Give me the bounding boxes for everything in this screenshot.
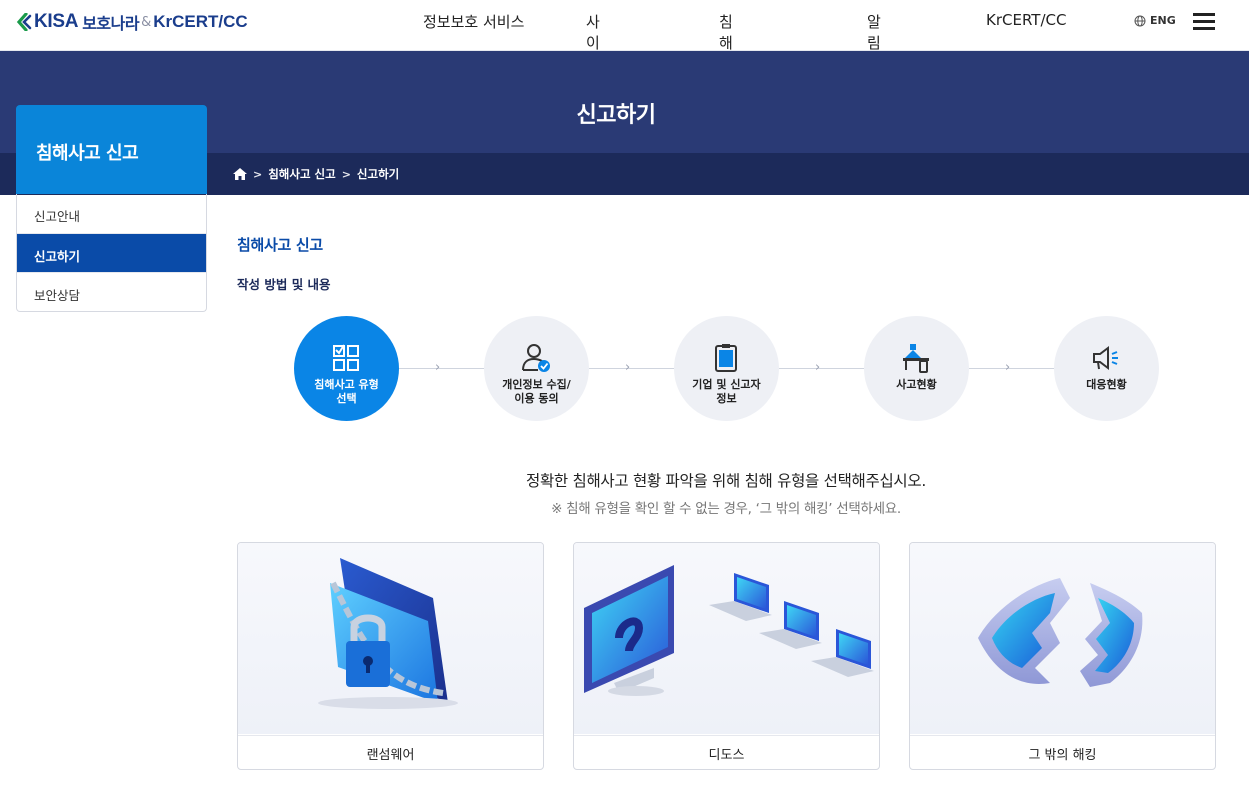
- ransomware-folder-lock-icon: [318, 558, 458, 709]
- logo-kisa-text: KISA: [34, 11, 79, 32]
- card-image: [910, 543, 1215, 734]
- step-response-status: 대응현황: [1054, 316, 1159, 421]
- step-incident-type: 침해사고 유형 선택: [294, 316, 399, 421]
- step-label-line1: 대응현황: [1086, 378, 1127, 391]
- broken-shield-icon: [978, 578, 1143, 687]
- step-label-line2: 이용 동의: [514, 392, 559, 405]
- sidebar-item-report[interactable]: 신고하기: [17, 233, 206, 272]
- logo-krcert: KrCERT/CC: [153, 12, 247, 32]
- chevron-right-icon: ›: [435, 360, 441, 375]
- logo-kr-text: Kr: [153, 12, 173, 31]
- menu-hamburger-icon[interactable]: [1193, 13, 1215, 31]
- card-image: [574, 543, 879, 734]
- card-label: 디도스: [574, 735, 879, 769]
- globe-icon: [1134, 15, 1146, 26]
- nav-item-security-service[interactable]: 정보보호 서비스: [423, 11, 524, 32]
- top-header: KISA 보호나라 & KrCERT/CC 정보보호 서비스 사이버위협 침해사…: [0, 0, 1249, 136]
- step-connector: [399, 368, 484, 369]
- kisa-logo-icon: [16, 12, 32, 32]
- step-connector: [969, 368, 1054, 369]
- step-label-line2: 정보: [716, 392, 737, 405]
- guide-main: 정확한 침해사고 현황 파악을 위해 침해 유형을 선택해주십시오.: [526, 472, 926, 490]
- logo-cert-text: CERT/CC: [172, 12, 248, 31]
- guide-text: 정확한 침해사고 현황 파악을 위해 침해 유형을 선택해주십시오. ※ 침해 …: [237, 469, 1215, 517]
- nav-item-krcert[interactable]: KrCERT/CC: [986, 11, 1066, 29]
- step-label-line1: 침해사고 유형: [314, 378, 379, 391]
- hamburger-bar: [1193, 13, 1215, 16]
- chevron-right-icon: ›: [1005, 360, 1011, 375]
- sidebar-menu: 신고안내 신고하기 보안상담: [16, 194, 207, 312]
- breadcrumb-item[interactable]: 침해사고 신고: [268, 166, 335, 182]
- section-title: 침해사고 신고: [237, 236, 323, 254]
- site-logo[interactable]: KISA 보호나라 & KrCERT/CC: [16, 10, 248, 34]
- hamburger-bar: [1193, 27, 1215, 30]
- step-label: 개인정보 수집/이용 동의: [484, 378, 589, 406]
- card-image: [238, 543, 543, 734]
- card-label: 그 밖의 해킹: [910, 735, 1215, 769]
- step-label-line1: 기업 및 신고자: [692, 378, 761, 391]
- step-incident-status: 사고현황: [864, 316, 969, 421]
- step-progress: › › › › 침해사고 유형 선택 개인정보 수집/이용 동의 기업 및 신고…: [294, 316, 1159, 421]
- main-nav: 정보보호 서비스 사이버위협 침해사고 신고 알림마당 KrCERT/CC: [393, 11, 1066, 136]
- step-company-reporter-info: 기업 및 신고자 정보: [674, 316, 779, 421]
- sidebar-item-security-consult[interactable]: 보안상담: [17, 272, 206, 311]
- incident-type-cards: 랜섬웨어 디도스 그 밖의 해킹: [237, 542, 1216, 770]
- step-label: 대응현황: [1054, 378, 1159, 392]
- breadcrumb-separator: >: [253, 167, 263, 181]
- card-ransomware[interactable]: 랜섬웨어: [237, 542, 544, 770]
- guide-note: ※ 침해 유형을 확인 할 수 없는 경우, ‘그 밖의 해킹’ 선택하세요.: [551, 501, 901, 517]
- sidebar-title: 침해사고 신고: [16, 105, 207, 194]
- chevron-right-icon: ›: [625, 360, 631, 375]
- language-switch[interactable]: ENG: [1134, 14, 1176, 27]
- breadcrumb-item-current[interactable]: 신고하기: [357, 166, 399, 182]
- card-label: 랜섬웨어: [238, 735, 543, 769]
- logo-amp-text: &: [141, 14, 152, 30]
- breadcrumb: > 침해사고 신고 > 신고하기: [233, 166, 399, 182]
- lab-icon: [903, 344, 929, 373]
- step-label: 사고현황: [864, 378, 969, 392]
- logo-bohonara-text: 보호나라: [82, 14, 140, 33]
- home-icon[interactable]: [233, 168, 247, 180]
- language-label: ENG: [1150, 14, 1176, 27]
- chevron-right-icon: ›: [815, 360, 821, 375]
- step-label: 기업 및 신고자 정보: [674, 378, 779, 406]
- megaphone-icon: [1093, 346, 1118, 370]
- card-ddos[interactable]: 디도스: [573, 542, 880, 770]
- hamburger-bar: [1193, 20, 1215, 23]
- sidebar: 침해사고 신고 신고안내 신고하기 보안상담: [16, 105, 207, 312]
- step-privacy-consent: 개인정보 수집/이용 동의: [484, 316, 589, 421]
- ddos-computers-icon: [584, 565, 874, 696]
- step-label-line1: 개인정보 수집/: [502, 378, 571, 391]
- step-connector: [779, 368, 864, 369]
- sidebar-item-report-guide[interactable]: 신고안내: [17, 194, 206, 233]
- user-check-icon: [522, 344, 550, 372]
- clipboard-icon: [715, 344, 737, 372]
- sub-title: 작성 방법 및 내용: [237, 277, 331, 292]
- step-connector: [589, 368, 674, 369]
- checklist-icon: [333, 344, 359, 371]
- step-label-line1: 사고현황: [896, 378, 937, 391]
- card-other-hacking[interactable]: 그 밖의 해킹: [909, 542, 1216, 770]
- step-label: 침해사고 유형 선택: [294, 378, 399, 406]
- breadcrumb-separator: >: [341, 167, 351, 181]
- step-label-line2: 선택: [336, 392, 357, 405]
